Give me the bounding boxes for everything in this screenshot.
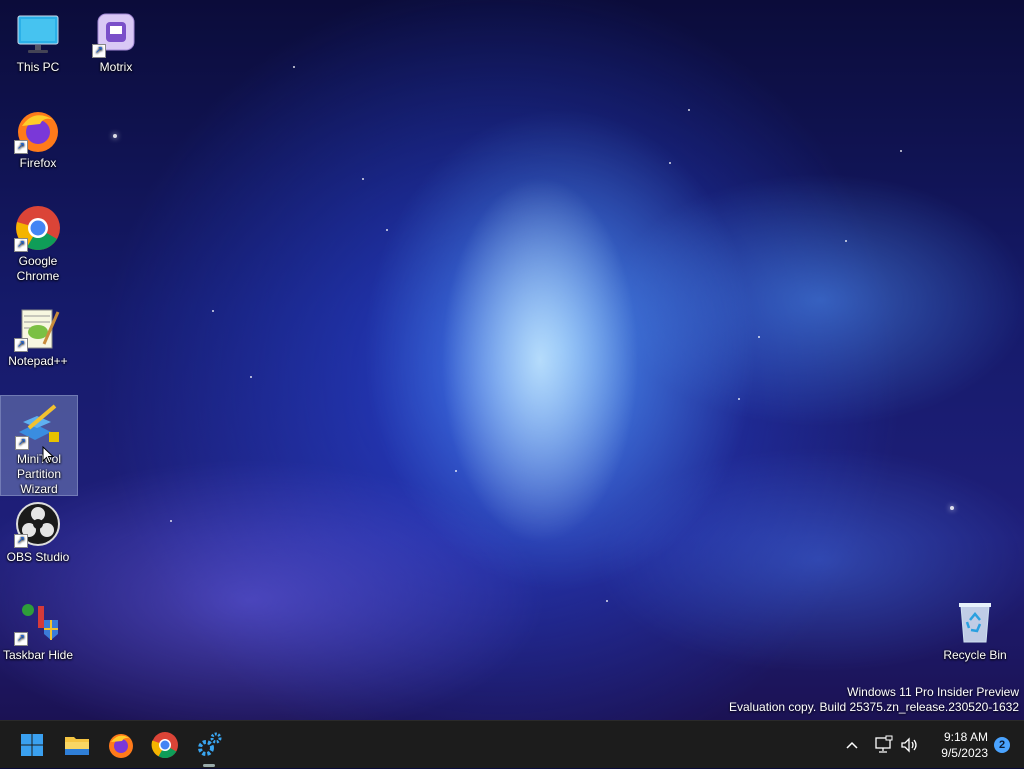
star [455,470,457,472]
desktop-icon-label: Motrix [99,60,133,74]
star [606,600,608,602]
shortcut-arrow-icon: ↗ [15,436,29,450]
star [669,162,671,164]
firefox-icon [109,734,133,758]
gears-icon [198,732,222,756]
clock[interactable]: 9:18 AM 9/5/2023 [941,729,988,761]
start-button[interactable] [16,729,48,761]
desktop-icon-label: Notepad++ [8,354,68,368]
folder-icon [65,737,89,755]
star [362,178,364,180]
chrome-icon [151,732,178,759]
desktop-icon-label: OBS Studio [6,550,70,564]
minitool-icon: ↗ [15,402,63,450]
obs-icon: ↗ [14,500,62,548]
star [293,66,295,68]
taskbar: 9:18 AM 9/5/2023 2 [0,720,1024,768]
desktop-icon-this-pc[interactable]: This PC [0,4,76,75]
desktop-icon-google-chrome[interactable]: ↗ Google Chrome [0,198,76,284]
desktop-icon-obs-studio[interactable]: ↗ OBS Studio [0,494,76,565]
clock-date: 9/5/2023 [941,746,988,760]
shortcut-arrow-icon: ↗ [92,44,106,58]
desktop-icon-firefox[interactable]: ↗ Firefox [0,100,76,171]
file-explorer-button[interactable] [61,729,93,761]
monitor-icon [14,10,62,58]
notification-badge[interactable]: 2 [994,737,1010,753]
notepadpp-icon: ↗ [14,304,62,352]
desktop-icon-label: This PC [16,60,60,74]
desktop-icon-minitool-partition-wizard[interactable]: ↗ MiniTool Partition Wizard [0,395,78,496]
shortcut-arrow-icon: ↗ [14,140,28,154]
star [688,109,690,111]
windows-logo-icon [21,734,43,756]
firefox-taskbar-button[interactable] [105,729,137,761]
star [113,134,117,138]
star [758,336,760,338]
shortcut-arrow-icon: ↗ [14,632,28,646]
running-indicator [203,764,215,767]
star [170,520,172,522]
recycle-bin-icon [951,598,999,646]
star [738,398,740,400]
desktop-icon-label: MiniTool Partition Wizard [16,452,62,496]
evaluation-watermark: Windows 11 Pro Insider Preview Evaluatio… [729,685,1019,715]
desktop-icon-label: Taskbar Hide [2,648,74,662]
chrome-icon: ↗ [14,204,62,252]
shortcut-arrow-icon: ↗ [14,338,28,352]
star [250,376,252,378]
shortcut-arrow-icon: ↗ [14,534,28,548]
taskbar-hide-icon: ↗ [14,598,62,646]
chevron-up-icon[interactable] [844,735,860,755]
desktop-icon-motrix[interactable]: ↗ Motrix [78,4,154,75]
firefox-icon: ↗ [14,106,62,154]
star [950,506,954,510]
desktop-icon-label: Firefox [19,156,57,170]
star [845,240,847,242]
desktop-icon-notepadpp[interactable]: ↗ Notepad++ [0,298,76,369]
desktop-icon-label: Google Chrome [16,254,60,283]
speaker-icon[interactable] [899,735,919,755]
desktop-icon-taskbar-hide[interactable]: ↗ Taskbar Hide [0,592,76,663]
star [212,310,214,312]
star [386,229,388,231]
desktop-icon-label: Recycle Bin [943,648,1007,662]
mouse-cursor-icon [42,445,55,469]
shortcut-arrow-icon: ↗ [14,238,28,252]
chrome-taskbar-button[interactable] [149,729,181,761]
star [900,150,902,152]
clock-time: 9:18 AM [943,730,988,744]
network-icon[interactable] [874,735,894,755]
desktop-icon-recycle-bin[interactable]: Recycle Bin [936,592,1014,663]
motrix-icon: ↗ [92,10,140,58]
watermark-line-2: Evaluation copy. Build 25375.zn_release.… [729,700,1019,714]
watermark-line-1: Windows 11 Pro Insider Preview [847,685,1019,699]
settings-taskbar-button[interactable] [193,729,225,767]
